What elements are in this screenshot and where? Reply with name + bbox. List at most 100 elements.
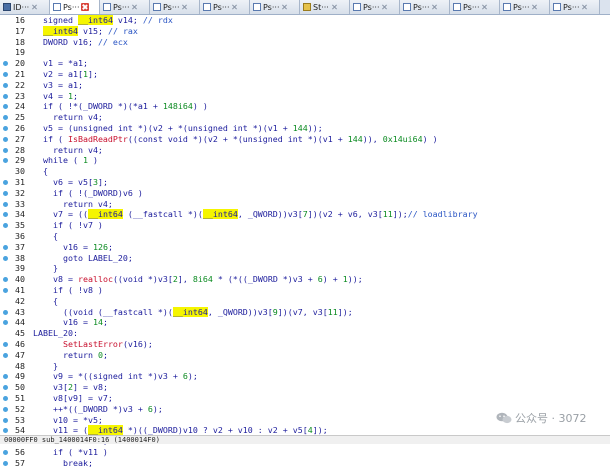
- tab-11[interactable]: Ps···: [500, 0, 550, 14]
- breakpoint-dot[interactable]: [3, 417, 8, 423]
- tab-9[interactable]: Ps···: [400, 0, 450, 14]
- code-line[interactable]: 16 signed __int64 v14; // rdx: [0, 15, 610, 26]
- breakpoint-dot[interactable]: [3, 342, 8, 347]
- breakpoint-dot[interactable]: [3, 320, 8, 326]
- breakpoint-dot[interactable]: [3, 255, 8, 261]
- code-line[interactable]: 56 if ( *v11 ): [0, 447, 610, 458]
- pseudocode-view[interactable]: 16 signed __int64 v14; // rdx 17 __int64 …: [0, 15, 610, 468]
- breakpoint-dot[interactable]: [3, 450, 8, 455]
- code-line[interactable]: 41 if ( !v8 ): [0, 285, 610, 296]
- breakpoint-dot[interactable]: [3, 104, 8, 110]
- code-line[interactable]: 45 LABEL_20:: [0, 328, 610, 339]
- code-text: {: [33, 231, 58, 242]
- code-line[interactable]: 46 SetLastError(v16);: [0, 339, 610, 350]
- breakpoint-dot[interactable]: [3, 115, 8, 121]
- breakpoint-dot[interactable]: [3, 460, 8, 466]
- close-icon[interactable]: [31, 3, 39, 11]
- tab-12[interactable]: Ps···: [550, 0, 600, 14]
- code-line[interactable]: 25 return v4;: [0, 112, 610, 123]
- breakpoint-dot[interactable]: [3, 72, 8, 77]
- code-line[interactable]: 47 return 0;: [0, 350, 610, 361]
- tab-bar: ID··· Ps··· Ps··· Ps··· Ps··· Ps··· St··· Ps···…: [0, 0, 610, 15]
- breakpoint-dot[interactable]: [3, 180, 8, 185]
- code-line[interactable]: 38 goto LABEL_20;: [0, 253, 610, 264]
- code-line[interactable]: 30 {: [0, 166, 610, 177]
- code-line[interactable]: 57 break;: [0, 458, 610, 469]
- breakpoint-dot[interactable]: [3, 428, 8, 434]
- breakpoint-dot[interactable]: [3, 352, 8, 358]
- close-icon[interactable]: [81, 3, 90, 11]
- tab-6[interactable]: Ps···: [250, 0, 300, 14]
- tab-4[interactable]: Ps···: [150, 0, 200, 14]
- close-icon[interactable]: [381, 3, 389, 11]
- code-line[interactable]: 24 if ( !*(_DWORD *)(*a1 + 148i64) ): [0, 101, 610, 112]
- code-line[interactable]: 44 v16 = 14;: [0, 317, 610, 328]
- breakpoint-dot[interactable]: [3, 288, 8, 293]
- breakpoint-dot[interactable]: [3, 223, 8, 229]
- close-icon[interactable]: [531, 3, 539, 11]
- code-line[interactable]: 17 __int64 v15; // rax: [0, 25, 610, 37]
- breakpoint-dot[interactable]: [3, 190, 8, 196]
- code-line[interactable]: 42 {: [0, 296, 610, 307]
- tab-2[interactable]: Ps···: [50, 0, 100, 14]
- code-line[interactable]: 34 v7 = ((__int64 (__fastcall *)(__int64…: [0, 209, 610, 220]
- code-line[interactable]: 39 }: [0, 263, 610, 274]
- breakpoint-dot[interactable]: [3, 244, 8, 250]
- breakpoint-dot[interactable]: [3, 201, 8, 207]
- breakpoint-dot[interactable]: [3, 93, 8, 99]
- code-line[interactable]: 37 v16 = 126;: [0, 242, 610, 253]
- breakpoint-dot[interactable]: [3, 82, 8, 88]
- code-line[interactable]: 23 v4 = 1;: [0, 91, 610, 102]
- code-line[interactable]: 31 v6 = v5[3];: [0, 177, 610, 188]
- code-line[interactable]: 29 while ( 1 ): [0, 155, 610, 166]
- code-line[interactable]: 27 if ( IsBadReadPtr((const void *)(v2 +…: [0, 134, 610, 145]
- breakpoint-dot[interactable]: [3, 277, 8, 283]
- code-text: LABEL_20:: [33, 328, 78, 339]
- breakpoint-dot[interactable]: [3, 212, 8, 218]
- breakpoint-dot[interactable]: [3, 126, 8, 131]
- breakpoint-dot[interactable]: [3, 309, 8, 315]
- close-icon[interactable]: [131, 3, 139, 11]
- code-line[interactable]: 40 v8 = realloc((void *)v3[2], 8i64 * (*…: [0, 274, 610, 285]
- breakpoint-dot[interactable]: [3, 61, 8, 67]
- code-line[interactable]: 43 ((void (__fastcall *)(__int64, _QWORD…: [0, 306, 610, 318]
- tab-3[interactable]: Ps···: [100, 0, 150, 14]
- code-line[interactable]: 22 v3 = a1;: [0, 80, 610, 91]
- code-line[interactable]: 49 v9 = *((signed int *)v3 + 6);: [0, 371, 610, 382]
- tab-7[interactable]: St···: [300, 0, 350, 14]
- close-icon[interactable]: [431, 3, 439, 11]
- code-line[interactable]: 48 }: [0, 361, 610, 372]
- tab-1[interactable]: ID···: [0, 0, 50, 14]
- breakpoint-dot[interactable]: [3, 147, 8, 153]
- breakpoint-dot[interactable]: [3, 136, 8, 142]
- code-line[interactable]: 18 DWORD v16; // ecx: [0, 37, 610, 48]
- breakpoint-dot[interactable]: [3, 385, 8, 391]
- code-line[interactable]: 36 {: [0, 231, 610, 242]
- close-icon[interactable]: [181, 3, 189, 11]
- tab-5[interactable]: Ps···: [200, 0, 250, 14]
- code-line[interactable]: 28 return v4;: [0, 145, 610, 156]
- breakpoint-dot[interactable]: [3, 396, 8, 401]
- code-line[interactable]: 20 v1 = *a1;: [0, 58, 610, 69]
- code-line[interactable]: 51 v8[v9] = v7;: [0, 393, 610, 404]
- close-icon[interactable]: [481, 3, 489, 11]
- tab-8[interactable]: Ps···: [350, 0, 400, 14]
- tab-10[interactable]: Ps···: [450, 0, 500, 14]
- code-line[interactable]: 35 if ( !v7 ): [0, 220, 610, 231]
- breakpoint-dot[interactable]: [3, 374, 8, 380]
- code-text: return 0;: [33, 350, 108, 361]
- code-line[interactable]: 21 v2 = a1[1];: [0, 69, 610, 80]
- close-icon[interactable]: [281, 3, 289, 11]
- close-icon[interactable]: [231, 3, 239, 11]
- code-line[interactable]: 26 v5 = (unsigned int *)(v2 + *(unsigned…: [0, 123, 610, 134]
- breakpoint-dot[interactable]: [3, 406, 8, 412]
- code-line[interactable]: 19: [0, 47, 610, 58]
- close-icon[interactable]: [331, 3, 339, 11]
- code-line[interactable]: 33 return v4;: [0, 199, 610, 210]
- code-line[interactable]: 32 if ( !(_DWORD)v6 ): [0, 188, 610, 199]
- code-line[interactable]: 50 v3[2] = v8;: [0, 382, 610, 393]
- code-text: v2 = a1[1];: [33, 69, 98, 80]
- close-icon[interactable]: [581, 3, 589, 11]
- breakpoint-dot[interactable]: [3, 158, 8, 164]
